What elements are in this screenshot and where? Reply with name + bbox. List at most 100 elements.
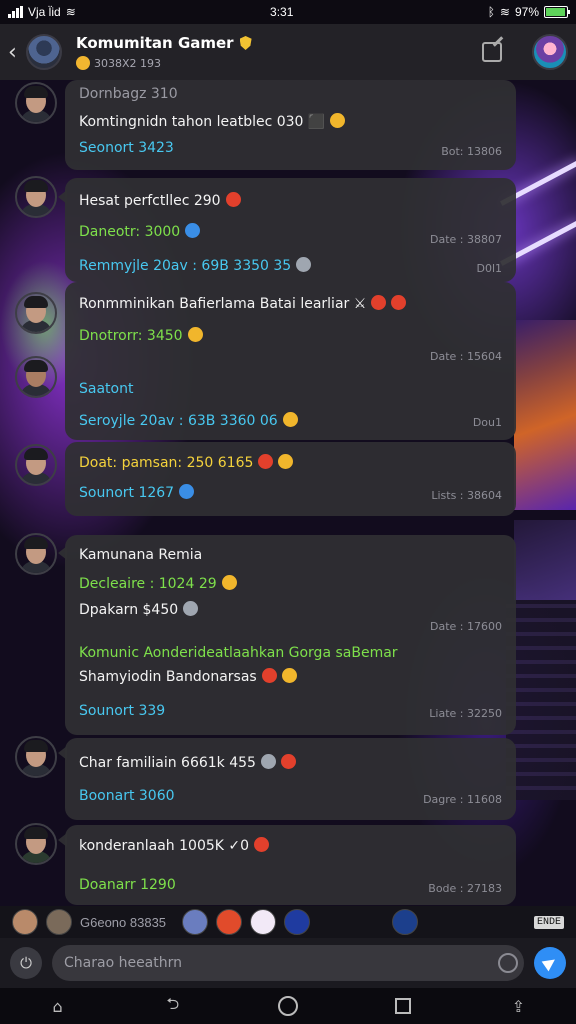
message-line: Decleaire : 1024 29 (79, 575, 237, 592)
member-avatar[interactable] (12, 909, 38, 935)
sender-avatar[interactable] (15, 356, 57, 398)
sender-avatar[interactable] (15, 736, 57, 778)
sender-avatar[interactable] (15, 823, 57, 865)
sender-avatar[interactable] (15, 82, 57, 124)
recents-icon[interactable] (392, 995, 414, 1017)
message-line: Boonart 3060 (79, 788, 175, 804)
emoji-icon (185, 223, 201, 238)
message-date: D0l1 (476, 262, 502, 275)
share-icon[interactable]: ⇪ (507, 995, 529, 1017)
attach-icon[interactable]: ⏻ (10, 947, 42, 979)
group-title[interactable]: Komumitan Gamer (76, 34, 234, 52)
emoji-icon (179, 484, 195, 499)
emoji-icon (330, 113, 346, 128)
message-date: Date : 17600 (430, 620, 502, 633)
composer: ⏻ (0, 938, 576, 988)
emoji-icon (281, 668, 297, 683)
message-date: Date : 15604 (430, 350, 502, 363)
message-line: Doat: pamsan: 250 6165 (79, 454, 294, 471)
message-line: Sounort 339 (79, 703, 166, 719)
message-bubble[interactable]: Kamunana Remia Decleaire : 1024 29 Dpaka… (65, 535, 516, 735)
message-date: Bot: 13806 (441, 145, 502, 158)
message-line: Dnotrorr: 3450 (79, 327, 203, 344)
carrier-label: Vja l̈id (28, 5, 61, 19)
emoji-icon (371, 295, 387, 310)
message-line: Seroyjle 20av : 63B 3360 06 (79, 412, 298, 429)
emoji-icon (258, 454, 274, 469)
message-bubble[interactable]: Doat: pamsan: 250 6165 Sounort 1267 List… (65, 442, 516, 516)
message-line: Doanarr 1290 (79, 877, 176, 893)
chat-area[interactable]: Dornbagz 310 Komtingnidn tahon leatblec … (0, 80, 576, 906)
message-date: Liate : 32250 (429, 707, 502, 720)
emoji-icon (261, 668, 277, 683)
message-line: Ronmminikan Bafierlama Batai learliar ⚔ (79, 295, 407, 312)
message-date: Bode : 27183 (428, 882, 502, 895)
message-line: Kamunana Remia (79, 547, 203, 563)
message-date: Date : 38807 (430, 233, 502, 246)
emoji-icon (260, 754, 276, 769)
member-avatar[interactable] (46, 909, 72, 935)
message-line: Komunic Aonderideatlaahkan Gorga saBemar (79, 645, 398, 661)
emoji-icon[interactable] (498, 953, 518, 973)
emoji-icon (391, 295, 407, 310)
emoji-icon (254, 837, 270, 852)
emoji-icon (280, 754, 296, 769)
home-icon[interactable]: ⌂ (47, 995, 69, 1017)
message-line: Seonort 3423 (79, 140, 174, 156)
reaction-icon[interactable] (250, 909, 277, 935)
shield-icon (239, 36, 252, 50)
reaction-strip: G6eono 83835 ENDE (0, 906, 576, 938)
message-date: Dou1 (472, 416, 502, 429)
battery-percent: 97% (514, 5, 539, 19)
message-line: Komtingnidn tahon leatblec 030 ⬛ (79, 113, 346, 130)
back-button[interactable]: ‹ (8, 40, 22, 65)
battery-icon (544, 6, 570, 18)
reaction-icon[interactable] (182, 909, 209, 935)
message-bubble[interactable]: konderanlaah 1005K ✓0 Doanarr 1290 Bode … (65, 825, 516, 905)
message-line: Dornbagz 310 (79, 86, 178, 102)
wifi-icon: ≋ (65, 5, 76, 19)
message-line: Shamyiodin Bandonarsas (79, 668, 297, 685)
message-date: Lists : 38604 (431, 489, 502, 502)
sender-avatar[interactable] (15, 292, 57, 334)
emoji-badge-icon (76, 56, 90, 70)
message-line: Saatont (79, 381, 134, 397)
message-bubble[interactable]: Char familiain 6661k 455 Boonart 3060 Da… (65, 738, 516, 820)
message-date: Dagre : 11608 (423, 793, 502, 806)
emoji-icon (282, 412, 298, 427)
message-bubble[interactable]: Dornbagz 310 Komtingnidn tahon leatblec … (65, 80, 516, 170)
message-line: konderanlaah 1005K ✓0 (79, 837, 270, 854)
clock: 3:31 (270, 5, 294, 19)
emoji-icon (278, 454, 294, 469)
status-bar: Vja l̈id ≋ 3:31 ᛒ ≋ 97% (0, 0, 576, 24)
send-button[interactable] (534, 947, 566, 979)
edit-icon[interactable] (482, 42, 502, 62)
sender-avatar[interactable] (15, 533, 57, 575)
message-line: Dpakarn $450 (79, 601, 199, 618)
message-line: Char familiain 6661k 455 (79, 754, 296, 771)
message-line: Remmyjle 20av : 69B 3350 35 (79, 257, 312, 274)
label-tag: ENDE (533, 915, 564, 929)
back-icon[interactable]: ⮌ (162, 994, 184, 1017)
emoji-icon (221, 575, 237, 590)
reaction-icon[interactable] (391, 909, 418, 935)
wifi-icon: ≋ (499, 5, 510, 19)
sender-avatar[interactable] (15, 176, 57, 218)
reaction-icon[interactable] (216, 909, 243, 935)
message-input[interactable] (52, 945, 524, 981)
bluetooth-icon: ᛒ (487, 5, 495, 19)
message-line: Sounort 1267 (79, 484, 195, 501)
reaction-icon[interactable] (284, 909, 311, 935)
message-bubble[interactable]: Hesat perfctllec 290 Daneotr: 3000 Remmy… (65, 178, 516, 282)
emoji-icon (183, 601, 199, 616)
member-count: G6eono 83835 (80, 914, 167, 930)
emoji-icon (225, 192, 241, 207)
message-bubble[interactable]: Ronmminikan Bafierlama Batai learliar ⚔ … (65, 282, 516, 440)
emoji-icon (187, 327, 203, 342)
group-subtitle: 3038X2 193 (94, 56, 162, 70)
profile-avatar[interactable] (532, 34, 568, 70)
home-circle-icon[interactable] (277, 995, 299, 1017)
group-avatar[interactable] (26, 34, 62, 70)
message-line: Daneotr: 3000 (79, 223, 201, 240)
sender-avatar[interactable] (15, 444, 57, 486)
